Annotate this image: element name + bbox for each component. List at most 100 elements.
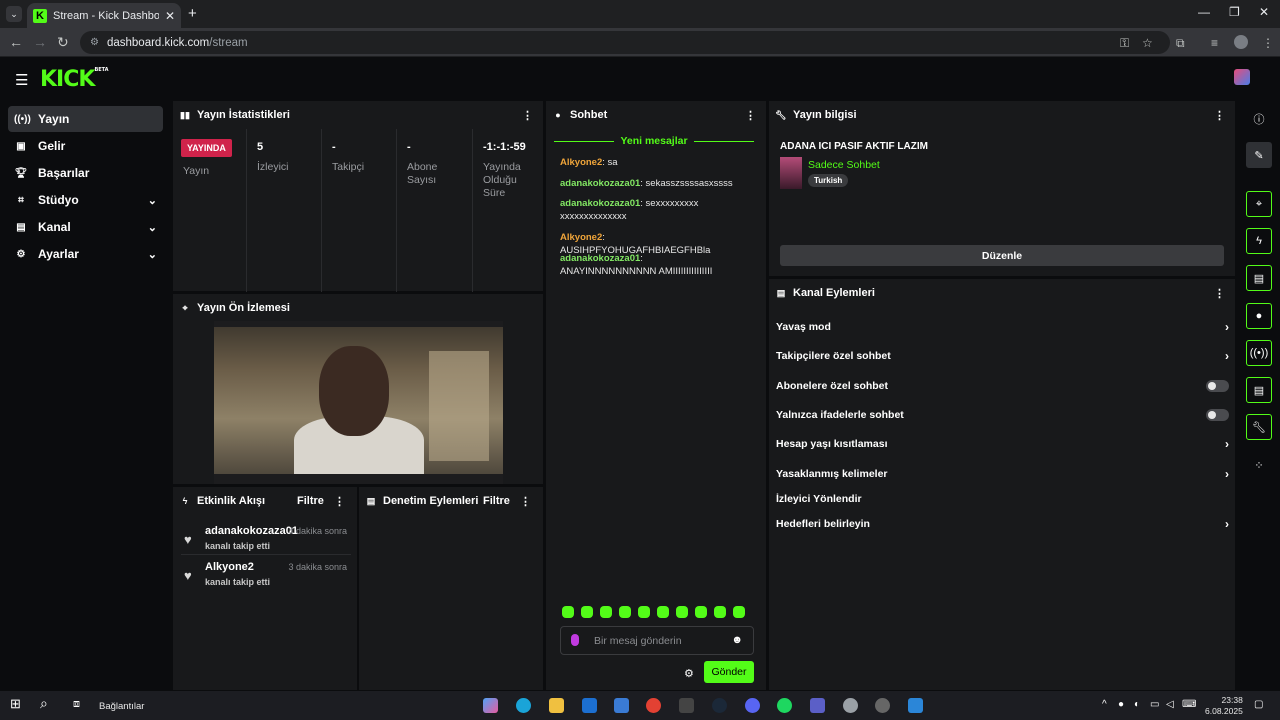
sidebar-item-studyo[interactable]: ⌗ Stüdyo ⌄ <box>8 187 163 213</box>
subscribers-only-toggle[interactable] <box>1206 380 1229 392</box>
category-link[interactable]: Sadece Sohbet <box>808 159 880 171</box>
action-slow-mode[interactable]: Yavaş mod › <box>776 317 1229 337</box>
close-tab-icon[interactable]: ✕ <box>165 9 175 23</box>
epic-games-icon[interactable] <box>679 698 694 713</box>
edge-icon[interactable] <box>516 698 531 713</box>
sidebar-item-basarilar[interactable]: 🏆︎ Başarılar <box>8 160 163 186</box>
edit-button[interactable]: Düzenle <box>780 245 1224 266</box>
sidebar-item-yayin[interactable]: ((•)) Yayın <box>8 106 163 132</box>
mic-tray-icon[interactable]: ● <box>1118 699 1133 714</box>
restore-icon[interactable]: ❐ <box>1229 5 1240 19</box>
emotes-only-toggle[interactable] <box>1206 409 1229 421</box>
reload-icon[interactable]: ↻ <box>57 34 69 51</box>
more-options-icon[interactable]: ⋮ <box>1214 109 1225 122</box>
preview-widget-icon[interactable]: ⌖ <box>1246 191 1272 217</box>
emote-icon[interactable] <box>714 606 726 618</box>
sidebar-item-kanal[interactable]: ▤ Kanal ⌄ <box>8 214 163 240</box>
minimize-icon[interactable]: — <box>1198 5 1210 19</box>
chat-username[interactable]: Alkyone2 <box>560 157 602 168</box>
lightning-widget-icon[interactable]: ϟ <box>1246 228 1272 254</box>
chrome-icon[interactable] <box>646 698 661 713</box>
photos-icon[interactable] <box>908 698 923 713</box>
wrench-widget-icon[interactable]: 🔧︎ <box>1246 414 1272 440</box>
emote-icon[interactable] <box>581 606 593 618</box>
taskbar-widgets-label[interactable]: Bağlantılar <box>99 701 144 712</box>
back-icon[interactable]: ← <box>9 34 23 50</box>
broadcast-widget-icon[interactable]: ((•)) <box>1246 340 1272 366</box>
event-user[interactable]: adanakokozaza01 <box>205 525 298 537</box>
steam-icon[interactable] <box>712 698 727 713</box>
emote-icon[interactable] <box>676 606 688 618</box>
emote-icon[interactable] <box>619 606 631 618</box>
spotify-icon[interactable] <box>777 698 792 713</box>
chat-username[interactable]: adanakokozaza01 <box>560 178 640 189</box>
taskbar-clock[interactable]: 23:38 6.08.2025 <box>1205 695 1243 717</box>
task-view-icon[interactable]: ⧈ <box>73 698 88 713</box>
chat-input[interactable]: Bir mesaj gönderin ☻ <box>560 626 754 655</box>
bookmark-star-icon[interactable]: ☆ <box>1142 36 1153 50</box>
hamburger-menu-icon[interactable]: ☰ <box>15 71 28 89</box>
emoji-icon[interactable]: ☻ <box>731 634 743 646</box>
network-icon[interactable]: ▭ <box>1150 699 1165 714</box>
filter-button[interactable]: Filtre <box>297 495 324 507</box>
notification-icon[interactable]: ▢ <box>1254 699 1269 714</box>
volume-icon[interactable]: ◁ <box>1166 699 1181 714</box>
extensions-icon[interactable]: ⧉ <box>1176 36 1185 51</box>
site-info-icon[interactable]: ⚙ <box>90 37 99 48</box>
emote-icon[interactable] <box>600 606 612 618</box>
emote-icon[interactable] <box>562 606 574 618</box>
tab-search-icon[interactable]: ⌄ <box>6 6 22 22</box>
more-options-icon[interactable]: ⋮ <box>520 495 531 508</box>
sidebar-item-gelir[interactable]: ▣ Gelir <box>8 133 163 159</box>
action-account-age[interactable]: Hesap yaşı kısıtlaması › <box>776 434 1229 454</box>
emote-icon[interactable] <box>657 606 669 618</box>
more-options-icon[interactable]: ⋮ <box>745 109 756 122</box>
chat-username[interactable]: Alkyone2 <box>560 232 602 243</box>
action-banned-words[interactable]: Yasaklanmış kelimeler › <box>776 464 1229 484</box>
teams-icon[interactable] <box>810 698 825 713</box>
sidebar-item-ayarlar[interactable]: ⚙ Ayarlar ⌄ <box>8 241 163 267</box>
document-widget-icon[interactable]: ▤ <box>1246 265 1272 291</box>
user-avatar[interactable] <box>1234 69 1250 85</box>
close-window-icon[interactable]: ✕ <box>1259 5 1269 19</box>
stream-preview-video[interactable] <box>214 321 503 484</box>
new-tab-icon[interactable]: + <box>188 5 197 22</box>
forward-icon[interactable]: → <box>33 34 47 50</box>
chat-username[interactable]: adanakokozaza01 <box>560 198 640 209</box>
chat-widget-icon[interactable]: ● <box>1246 303 1272 329</box>
chat-settings-icon[interactable]: ⚙ <box>684 667 694 680</box>
event-user[interactable]: Alkyone2 <box>205 561 254 573</box>
new-messages-divider[interactable]: Yeni mesajlar <box>554 133 755 149</box>
media-icon[interactable]: ≡ <box>1211 36 1218 50</box>
channel-actions-widget-icon[interactable]: ▤ <box>1246 377 1272 403</box>
send-button[interactable]: Gönder <box>704 661 754 683</box>
chat-username[interactable]: adanakokozaza01 <box>560 253 640 264</box>
kick-logo[interactable]: KICKBETA <box>40 67 109 92</box>
profile-avatar-icon[interactable] <box>1234 35 1248 49</box>
more-widgets-icon[interactable]: ⁘ <box>1246 452 1272 478</box>
discord-icon[interactable] <box>745 698 760 713</box>
emote-icon[interactable] <box>638 606 650 618</box>
microphone-icon[interactable] <box>571 634 579 646</box>
file-explorer-icon[interactable] <box>549 698 564 713</box>
outlook-icon[interactable] <box>582 698 597 713</box>
emote-icon[interactable] <box>733 606 745 618</box>
tray-chevron-icon[interactable]: ^ <box>1102 699 1117 714</box>
pencil-icon[interactable]: ✎ <box>1246 142 1272 168</box>
keyboard-icon[interactable]: ⌨ <box>1182 699 1197 714</box>
windows-start-icon[interactable]: ⊞ <box>10 696 25 711</box>
more-options-icon[interactable]: ⋮ <box>334 495 345 508</box>
browser-menu-icon[interactable]: ⋮ <box>1262 36 1274 50</box>
tray-app-icon[interactable]: ◐ <box>1134 699 1149 714</box>
taskbar-search-icon[interactable]: ⌕ <box>40 695 55 711</box>
filter-button[interactable]: Filtre <box>483 495 510 507</box>
obs-icon[interactable] <box>843 698 858 713</box>
url-field[interactable]: ⚙ dashboard.kick.com/stream <box>80 31 1170 54</box>
store-icon[interactable] <box>614 698 629 713</box>
key-icon[interactable]: ⚿ <box>1120 36 1129 51</box>
copilot-icon[interactable] <box>483 698 498 713</box>
more-options-icon[interactable]: ⋮ <box>522 109 533 122</box>
action-host-viewers[interactable]: İzleyici Yönlendir <box>776 489 1229 509</box>
emote-icon[interactable] <box>695 606 707 618</box>
action-followers-only[interactable]: Takipçilere özel sohbet › <box>776 346 1229 366</box>
